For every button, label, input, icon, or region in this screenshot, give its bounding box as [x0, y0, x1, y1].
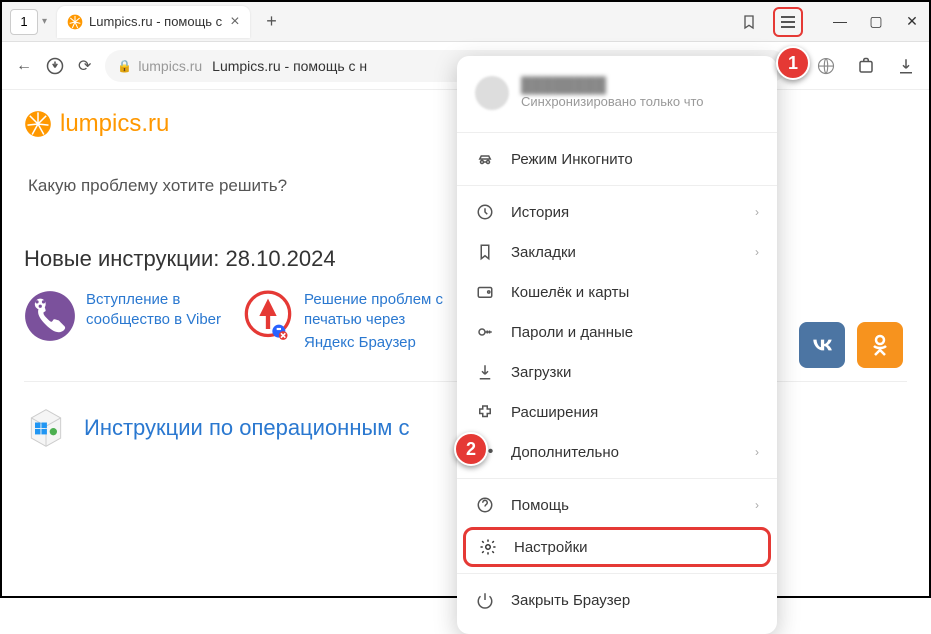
passwords-icon: [475, 322, 495, 342]
menu-separator: [457, 132, 777, 133]
url-domain: lumpics.ru: [138, 58, 202, 74]
help-icon: [475, 495, 495, 515]
menu-separator: [457, 573, 777, 574]
os-cube-icon: [24, 406, 68, 450]
tab-counter[interactable]: 1: [10, 9, 38, 35]
yandex-home-icon[interactable]: [46, 57, 64, 75]
annotation-badge-1: 1: [776, 46, 810, 80]
history-icon: [475, 202, 495, 222]
browser-menu: ████████ Синхронизировано только что Реж…: [457, 56, 777, 634]
chevron-right-icon: ›: [755, 205, 759, 219]
reload-button[interactable]: ⟳: [78, 56, 91, 76]
article-link: Вступление в сообщество в Viber: [86, 290, 226, 331]
menu-bookmarks[interactable]: Закладки ›: [457, 232, 777, 272]
annotation-badge-2: 2: [454, 432, 488, 466]
downloads-icon: [475, 362, 495, 382]
lock-icon: 🔒: [117, 59, 132, 73]
os-section-title: Инструкции по операционным с: [84, 415, 410, 441]
logo-text: lumpics.ru: [60, 110, 169, 138]
tab-close-icon[interactable]: ×: [230, 13, 239, 31]
menu-settings[interactable]: Настройки: [463, 527, 771, 567]
menu-label: История: [511, 204, 569, 221]
hamburger-icon: [781, 16, 795, 28]
hamburger-menu-button[interactable]: [773, 7, 803, 37]
menu-label: Режим Инкогнито: [511, 151, 633, 168]
yandex-browser-icon: [242, 290, 294, 342]
maximize-button[interactable]: ▢: [867, 13, 885, 30]
tab-dropdown-chevron[interactable]: ▾: [42, 16, 47, 27]
menu-close-browser[interactable]: Закрыть Браузер: [457, 580, 777, 620]
back-button[interactable]: ←: [16, 57, 32, 75]
menu-label: Закрыть Браузер: [511, 592, 630, 609]
extensions-icon: [475, 402, 495, 422]
settings-icon: [478, 537, 498, 557]
menu-user-section[interactable]: ████████ Синхронизировано только что: [457, 70, 777, 126]
menu-label: Дополнительно: [511, 444, 619, 461]
extensions-icon[interactable]: [857, 57, 875, 75]
user-avatar: [475, 76, 509, 110]
menu-separator: [457, 185, 777, 186]
menu-label: Закладки: [511, 244, 576, 261]
menu-passwords[interactable]: Пароли и данные: [457, 312, 777, 352]
tab-bar: 1 ▾ Lumpics.ru - помощь с × + — ▢ ✕: [2, 2, 929, 42]
minimize-button[interactable]: —: [831, 13, 849, 30]
incognito-icon: [475, 149, 495, 169]
ok-button[interactable]: [857, 322, 903, 368]
sync-status: Синхронизировано только что: [521, 94, 704, 109]
menu-separator: [457, 478, 777, 479]
menu-help[interactable]: Помощь ›: [457, 485, 777, 525]
menu-extensions[interactable]: Расширения: [457, 392, 777, 432]
menu-label: Помощь: [511, 497, 569, 514]
menu-more[interactable]: ••• Дополнительно ›: [457, 432, 777, 472]
new-tab-button[interactable]: +: [258, 8, 286, 36]
article-link: Решение проблем с печатью через: [304, 290, 444, 331]
browser-tab[interactable]: Lumpics.ru - помощь с ×: [57, 6, 250, 38]
menu-incognito[interactable]: Режим Инкогнито: [457, 139, 777, 179]
bookmark-flag-icon[interactable]: [741, 14, 757, 30]
social-buttons: [799, 322, 903, 368]
close-window-button[interactable]: ✕: [903, 13, 921, 30]
article-card-yandex[interactable]: Решение проблем с печатью через Яндекс Б…: [242, 290, 444, 351]
menu-wallet[interactable]: Кошелёк и карты: [457, 272, 777, 312]
chevron-right-icon: ›: [755, 445, 759, 459]
menu-label: Кошелёк и карты: [511, 284, 629, 301]
logo-icon: [24, 110, 52, 138]
article-card-viber[interactable]: Вступление в сообщество в Viber: [24, 290, 226, 351]
menu-label: Настройки: [514, 539, 588, 556]
menu-label: Расширения: [511, 404, 598, 421]
menu-label: Пароли и данные: [511, 324, 633, 341]
tab-title: Lumpics.ru - помощь с: [89, 14, 222, 29]
menu-history[interactable]: История ›: [457, 192, 777, 232]
menu-downloads[interactable]: Загрузки: [457, 352, 777, 392]
user-name: ████████: [521, 77, 704, 94]
menu-label: Загрузки: [511, 364, 571, 381]
url-title: Lumpics.ru - помощь с н: [212, 58, 367, 74]
bookmarks-icon: [475, 242, 495, 262]
globe-translate-icon[interactable]: [817, 57, 835, 75]
wallet-icon: [475, 282, 495, 302]
article-sublink: Яндекс Браузер: [304, 334, 444, 351]
vk-button[interactable]: [799, 322, 845, 368]
power-icon: [475, 590, 495, 610]
viber-icon: [24, 290, 76, 342]
chevron-right-icon: ›: [755, 498, 759, 512]
download-icon[interactable]: [897, 57, 915, 75]
tab-favicon-icon: [67, 14, 83, 30]
chevron-right-icon: ›: [755, 245, 759, 259]
